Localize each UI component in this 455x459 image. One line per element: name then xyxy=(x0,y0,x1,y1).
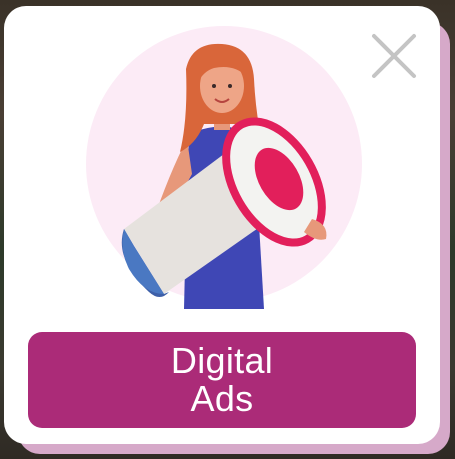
woman-with-megaphone-illustration xyxy=(86,26,362,309)
close-icon xyxy=(372,34,416,78)
cta-label-line2: Ads xyxy=(190,378,254,419)
cta-label-line1: Digital xyxy=(170,340,274,381)
close-button[interactable] xyxy=(368,30,420,82)
digital-ads-button[interactable]: Digital Ads xyxy=(28,332,416,428)
popup-card: Digital Ads xyxy=(4,6,440,444)
